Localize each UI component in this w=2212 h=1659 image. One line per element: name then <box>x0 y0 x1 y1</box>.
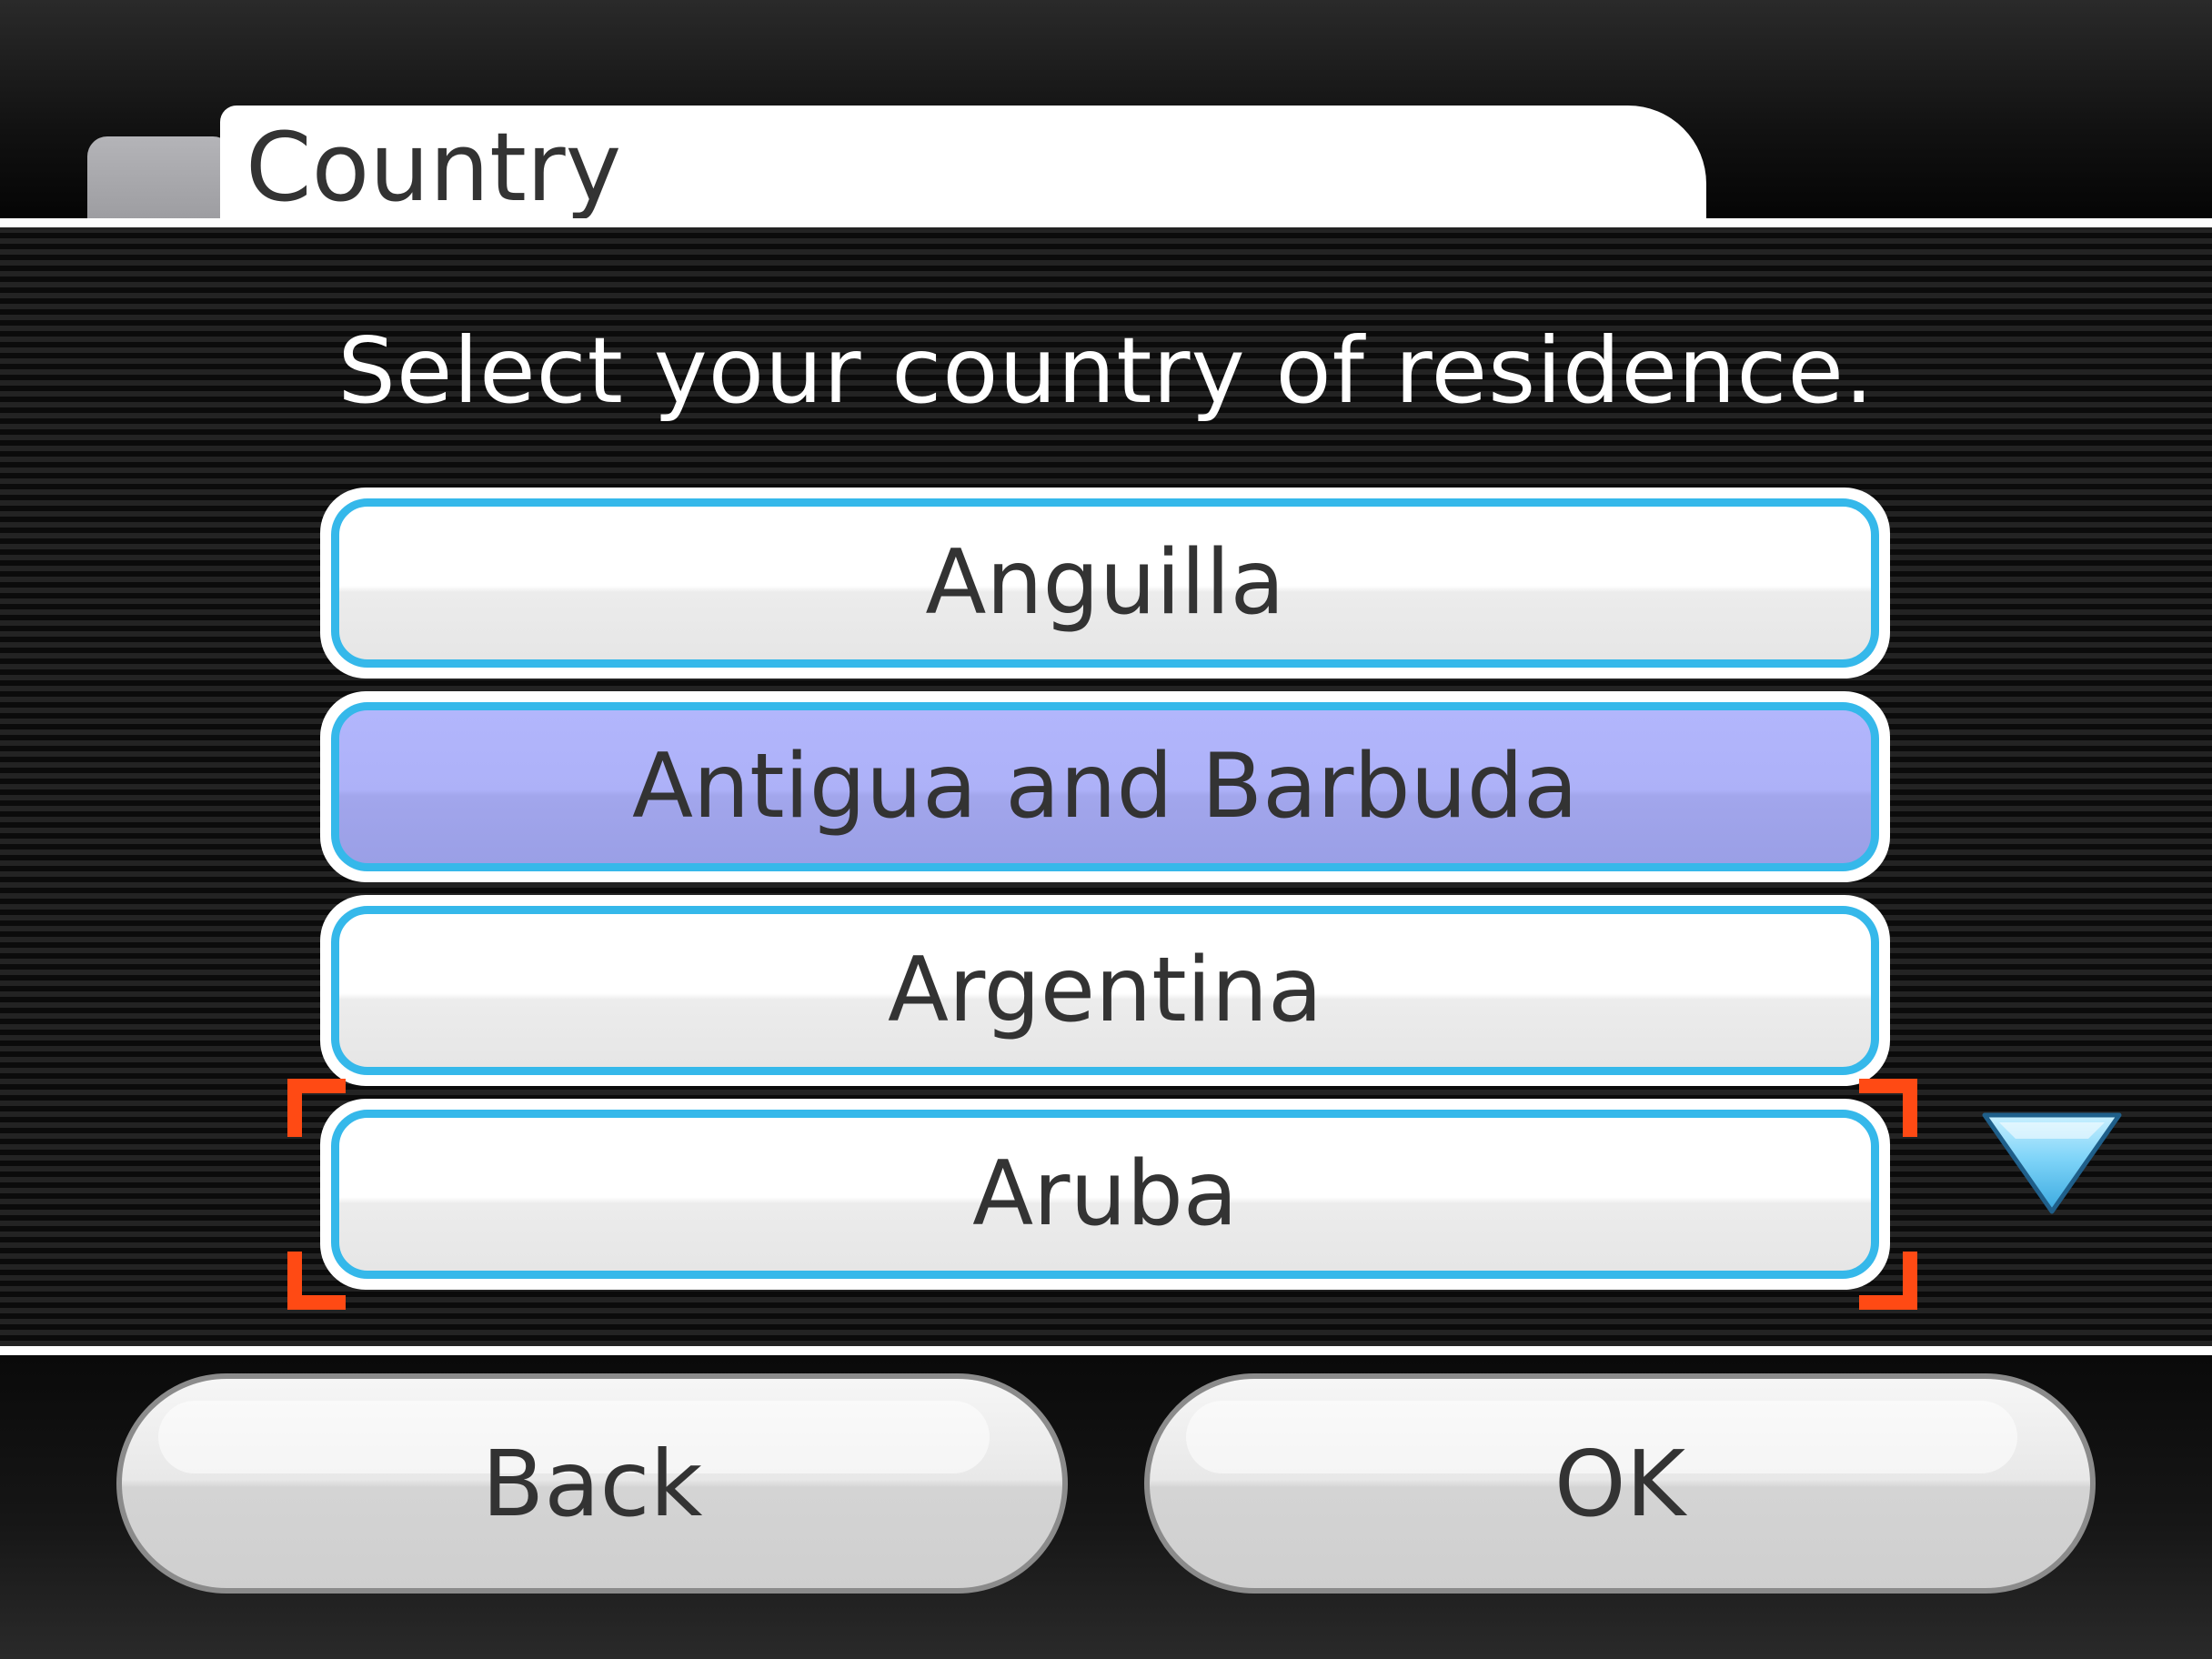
cursor-corner-bottom-right <box>1859 1252 1917 1310</box>
ok-button-label: OK <box>1553 1430 1686 1537</box>
country-option-label: Aruba <box>331 1110 1879 1279</box>
instruction-text: Select your country of residence. <box>337 317 1875 424</box>
divider-top <box>0 218 2212 227</box>
country-option-anguilla[interactable]: Anguilla <box>320 488 1890 679</box>
country-option-label: Argentina <box>331 906 1879 1075</box>
country-option-label: Antigua and Barbuda <box>331 702 1879 871</box>
down-arrow-icon[interactable] <box>1979 1110 2125 1219</box>
divider-bottom <box>0 1346 2212 1355</box>
ok-button[interactable]: OK <box>1144 1373 2096 1594</box>
inactive-tab <box>87 136 233 223</box>
cursor-corner-top-left <box>287 1079 346 1137</box>
country-option-aruba[interactable]: Aruba <box>320 1099 1890 1290</box>
country-option-antigua-and-barbuda[interactable]: Antigua and Barbuda <box>320 691 1890 882</box>
country-option-label: Anguilla <box>331 498 1879 668</box>
country-option-argentina[interactable]: Argentina <box>320 895 1890 1086</box>
back-button[interactable]: Back <box>116 1373 1068 1594</box>
back-button-label: Back <box>481 1430 703 1537</box>
cursor-corner-top-right <box>1859 1079 1917 1137</box>
cursor-corner-bottom-left <box>287 1252 346 1310</box>
page-title: Country <box>246 112 622 223</box>
